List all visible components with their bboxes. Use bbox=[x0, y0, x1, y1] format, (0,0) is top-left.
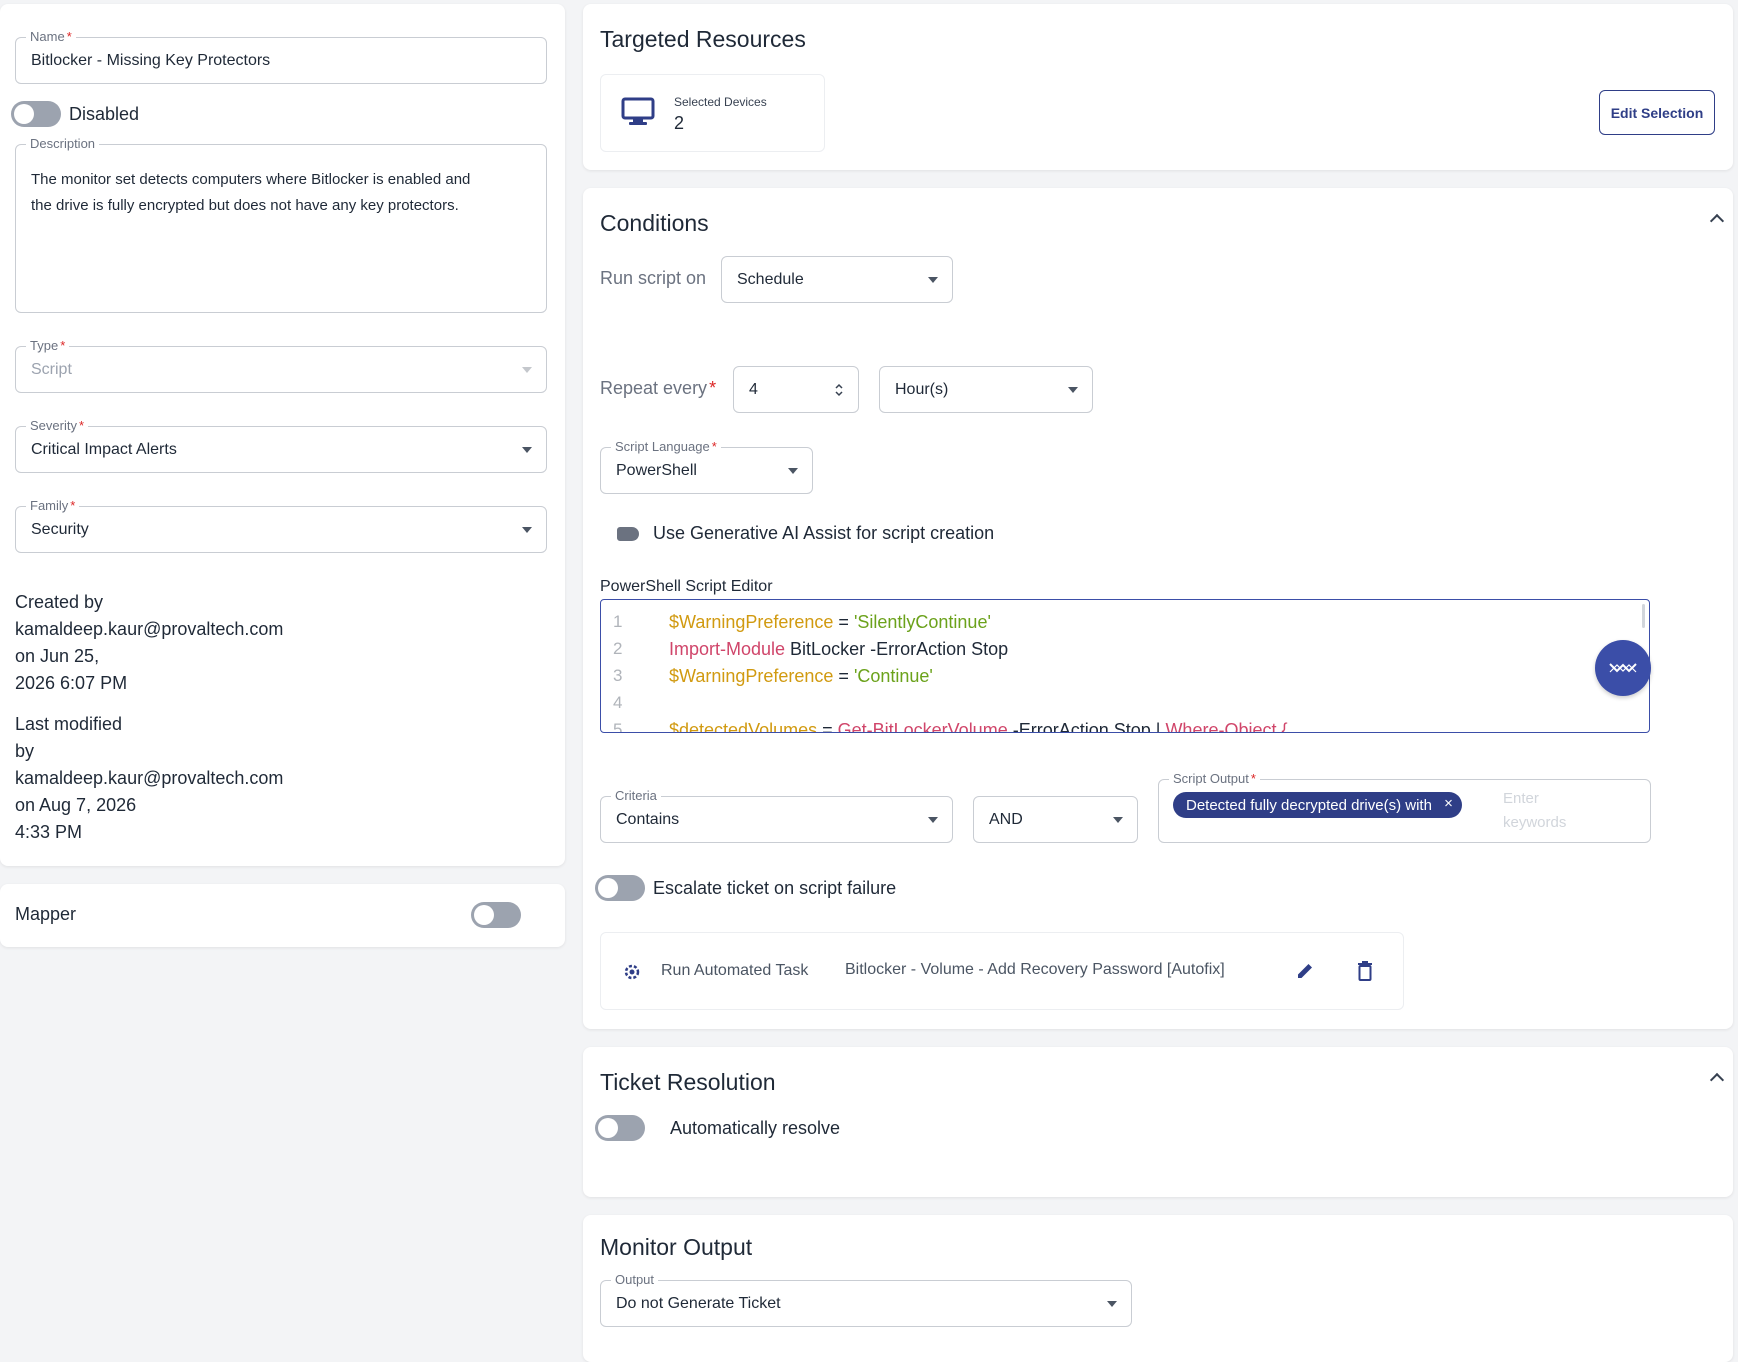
chevron-down-icon bbox=[1107, 1300, 1117, 1307]
conditions-title: Conditions bbox=[600, 210, 709, 236]
conditions-card: Conditions Run script on Schedule Repeat… bbox=[583, 188, 1733, 1029]
run-script-label: Run script on bbox=[600, 268, 707, 288]
task-name: Bitlocker - Volume - Add Recovery Passwo… bbox=[845, 961, 1225, 978]
monitor-icon bbox=[621, 97, 655, 125]
close-icon[interactable]: × bbox=[1444, 795, 1453, 812]
repeat-unit-select[interactable]: Hour(s) bbox=[879, 366, 1093, 413]
sparkle-icon bbox=[1609, 663, 1637, 673]
mapper-toggle[interactable] bbox=[471, 902, 521, 928]
name-value: Bitlocker - Missing Key Protectors bbox=[31, 51, 271, 69]
modified-info: Last modified by kamaldeep.kaur@provalte… bbox=[15, 714, 284, 842]
script-editor-label: PowerShell Script Editor bbox=[600, 578, 773, 595]
selected-devices-label: Selected Devices bbox=[674, 95, 767, 109]
script-output-chip[interactable]: Detected fully decrypted drive(s) with × bbox=[1173, 792, 1462, 818]
auto-resolve-label: Automatically resolve bbox=[670, 1118, 841, 1138]
chevron-down-icon bbox=[1113, 816, 1123, 823]
family-select[interactable]: Family * Security bbox=[15, 498, 547, 553]
description-line-2: the drive is fully encrypted but does no… bbox=[31, 197, 459, 214]
targeted-resources-card: Targeted Resources Selected Devices 2 Ed… bbox=[583, 4, 1733, 170]
chevron-up-icon[interactable] bbox=[1709, 1072, 1725, 1088]
chevron-up-icon[interactable] bbox=[1709, 213, 1725, 229]
run-script-value: Schedule bbox=[737, 270, 804, 288]
stepper-icon[interactable] bbox=[834, 382, 844, 398]
type-select: Type * Script bbox=[15, 338, 547, 393]
chevron-down-icon bbox=[522, 446, 532, 453]
script-language-value: PowerShell bbox=[616, 461, 697, 479]
output-select[interactable]: Output Do not Generate Ticket bbox=[600, 1272, 1132, 1327]
repeat-number-input[interactable]: 4 bbox=[733, 366, 859, 413]
edit-selection-label: Edit Selection bbox=[1610, 104, 1704, 121]
gear-icon bbox=[624, 964, 640, 980]
chevron-down-icon bbox=[522, 366, 532, 373]
type-label: Type * bbox=[26, 338, 70, 354]
created-info: Created by kamaldeep.kaur@provaltech.com… bbox=[15, 592, 284, 693]
escalate-label: Escalate ticket on script failure bbox=[653, 878, 897, 898]
family-label: Family * bbox=[26, 498, 80, 514]
criteria-label: Criteria bbox=[611, 788, 661, 804]
output-value: Do not Generate Ticket bbox=[616, 1294, 781, 1312]
targeted-resources-title: Targeted Resources bbox=[600, 26, 806, 52]
enabled-toggle-label: Disabled bbox=[69, 104, 140, 124]
repeat-every-label: Repeat every * bbox=[600, 378, 717, 398]
script-language-label: Script Language * bbox=[611, 439, 721, 455]
script-editor[interactable]: 1 $WarningPreference = 'SilentlyContinue… bbox=[600, 599, 1650, 733]
mapper-card: Mapper bbox=[0, 884, 565, 947]
monitor-output-title: Monitor Output bbox=[600, 1234, 753, 1260]
description-line-1: The monitor set detects computers where … bbox=[31, 171, 471, 188]
criteria-select[interactable]: Criteria Contains bbox=[600, 788, 953, 843]
editor-scrollbar[interactable] bbox=[1642, 604, 1645, 628]
chevron-down-icon bbox=[928, 816, 938, 823]
mapper-label: Mapper bbox=[15, 904, 77, 924]
escalate-toggle[interactable] bbox=[595, 875, 645, 901]
chevron-down-icon bbox=[1068, 386, 1078, 393]
type-value: Script bbox=[31, 360, 72, 378]
severity-select[interactable]: Severity * Critical Impact Alerts bbox=[15, 418, 547, 473]
script-output-label: Script Output * bbox=[1169, 771, 1260, 787]
ai-assist-toggle[interactable] bbox=[617, 527, 639, 541]
script-output-chip-label: Detected fully decrypted drive(s) with bbox=[1186, 796, 1432, 814]
monitor-output-card: Monitor Output Output Do not Generate Ti… bbox=[583, 1215, 1733, 1362]
chevron-down-icon bbox=[522, 526, 532, 533]
script-output-placeholder-2: keywords bbox=[1503, 814, 1567, 831]
ticket-resolution-card: Ticket Resolution Automatically resolve bbox=[583, 1047, 1733, 1197]
ai-assistant-button[interactable] bbox=[1595, 640, 1651, 696]
severity-label: Severity * bbox=[26, 418, 89, 434]
description-field[interactable]: Description The monitor set detects comp… bbox=[15, 136, 547, 313]
name-label: Name * bbox=[26, 29, 76, 45]
auto-resolve-toggle[interactable] bbox=[595, 1115, 645, 1141]
script-language-select[interactable]: Script Language * PowerShell bbox=[600, 439, 813, 494]
details-card: Name * Bitlocker - Missing Key Protectors… bbox=[0, 4, 565, 866]
name-field[interactable]: Name * Bitlocker - Missing Key Protectors bbox=[15, 29, 547, 84]
repeat-unit-value: Hour(s) bbox=[895, 380, 949, 398]
chevron-down-icon bbox=[788, 467, 798, 474]
severity-value: Critical Impact Alerts bbox=[31, 440, 177, 458]
script-output-placeholder-1: Enter bbox=[1503, 790, 1539, 807]
repeat-number-value: 4 bbox=[749, 380, 758, 398]
chevron-down-icon bbox=[928, 276, 938, 283]
operator-select[interactable]: AND bbox=[973, 796, 1138, 843]
script-output-input[interactable]: Script Output * Detected fully decrypted … bbox=[1158, 771, 1651, 843]
description-label: Description bbox=[26, 136, 100, 152]
family-value: Security bbox=[31, 520, 89, 538]
run-script-select[interactable]: Schedule bbox=[721, 256, 953, 303]
operator-value: AND bbox=[989, 810, 1023, 828]
ai-assist-label: Use Generative AI Assist for script crea… bbox=[653, 523, 995, 543]
ticket-resolution-title: Ticket Resolution bbox=[600, 1069, 776, 1095]
enabled-toggle[interactable] bbox=[11, 101, 61, 127]
automated-task-row: Run Automated Task Bitlocker - Volume - … bbox=[600, 932, 1404, 1010]
task-type-label: Run Automated Task bbox=[661, 962, 809, 979]
selected-devices-count: 2 bbox=[674, 113, 685, 133]
edit-selection-button[interactable]: Edit Selection bbox=[1599, 90, 1715, 135]
criteria-value: Contains bbox=[616, 810, 680, 828]
delete-icon[interactable] bbox=[1357, 961, 1373, 981]
selected-devices-box: Selected Devices 2 bbox=[600, 74, 825, 152]
output-label: Output bbox=[611, 1272, 659, 1288]
edit-icon[interactable] bbox=[1295, 961, 1315, 981]
